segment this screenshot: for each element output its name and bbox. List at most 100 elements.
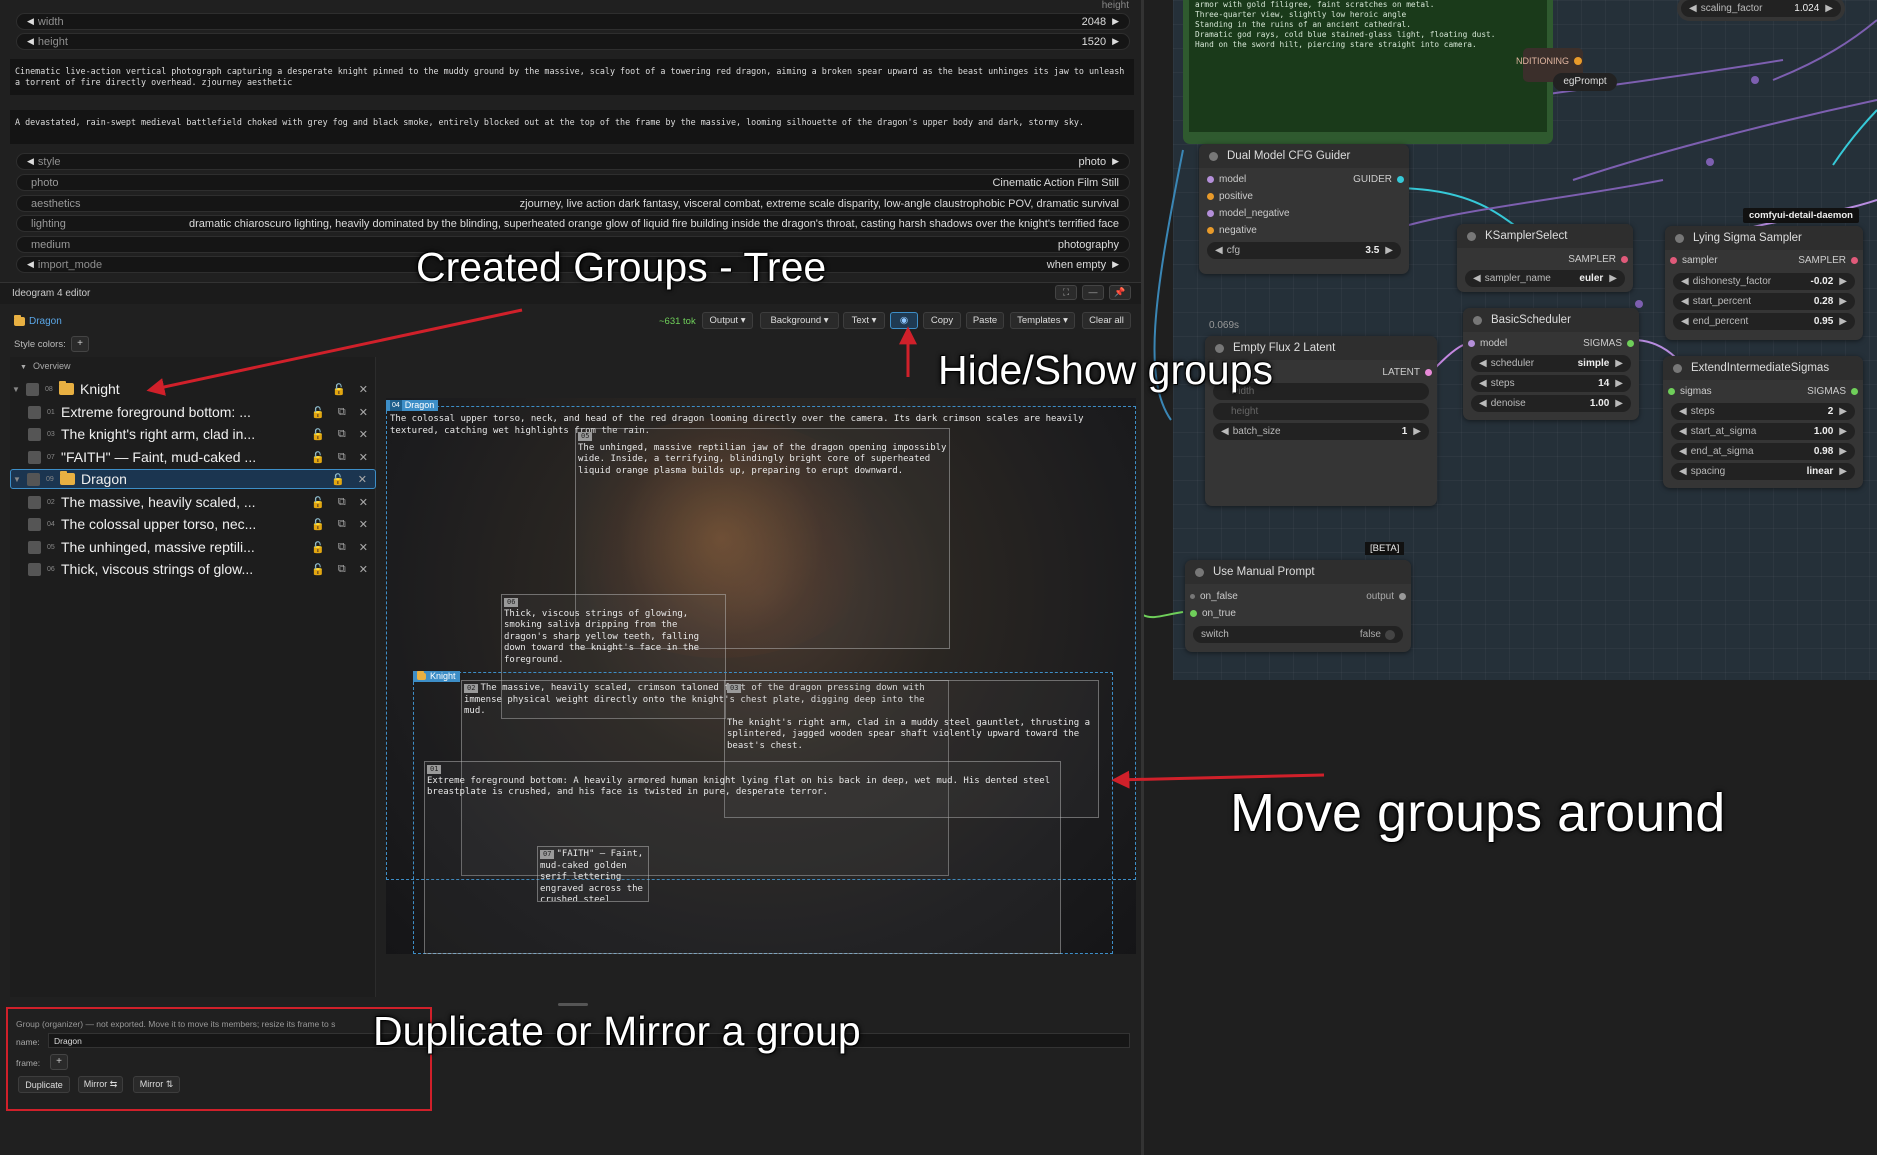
decrement-icon[interactable]: ◀ [27,259,34,270]
close-icon[interactable]: ✕ [359,383,368,396]
lock-icon[interactable]: 🔓 [311,518,325,531]
checkbox[interactable] [28,427,41,441]
negprompt-field[interactable]: egPrompt [1553,73,1617,91]
tree-item[interactable]: 07 "FAITH" — Faint, mud-caked ... 🔓 ⧉ ✕ [10,447,376,467]
resize-handle[interactable] [558,1003,588,1006]
output-guider[interactable]: GUIDER [1353,174,1409,185]
end-percent-widget[interactable]: ◀ end_percent 0.95 ▶ [1673,313,1855,330]
input-on-false[interactable]: on_false [1185,591,1238,602]
increment-icon[interactable]: ▶ [1112,36,1119,47]
output-port[interactable] [1574,57,1582,65]
input-sampler[interactable]: sampler [1665,255,1718,266]
output-sampler[interactable]: SAMPLER [1568,254,1633,265]
lock-icon[interactable]: 🔓 [311,428,325,441]
eye-icon[interactable]: ◉ [890,312,918,329]
pin-icon[interactable]: 📌 [1109,285,1131,300]
checkbox[interactable] [28,540,41,554]
minimize-icon[interactable]: — [1082,285,1104,300]
close-icon[interactable]: ✕ [359,496,368,509]
tree-group-dragon[interactable]: ▼ 09 Dragon 🔓 ✕ [10,469,376,489]
increment-icon[interactable]: ▶ [1839,466,1847,477]
tree-item[interactable]: 05 The unhinged, massive reptili... 🔓 ⧉ ✕ [10,537,376,557]
input-sigmas[interactable]: sigmas [1663,386,1712,397]
output-sampler[interactable]: SAMPLER [1798,255,1863,266]
increment-icon[interactable]: ▶ [1112,156,1119,167]
close-icon[interactable]: ✕ [358,473,367,486]
decrement-icon[interactable]: ◀ [1473,273,1481,284]
decrement-icon[interactable]: ◀ [27,36,34,47]
close-icon[interactable]: ✕ [359,451,368,464]
increment-icon[interactable]: ▶ [1112,16,1119,27]
note-text[interactable]: armor with gold filigree, faint scratche… [1189,0,1547,132]
height-widget[interactable]: ◀ height 1520 ▶ [16,33,1130,50]
panel-divider[interactable] [1141,0,1144,1155]
output-dropdown[interactable]: Output ▾ [702,312,753,329]
output-sigmas[interactable]: SIGMAS [1807,386,1863,397]
decrement-icon[interactable]: ◀ [1681,316,1689,327]
decrement-icon[interactable]: ◀ [1215,245,1223,256]
duplicate-icon[interactable]: ⧉ [338,563,346,576]
increment-icon[interactable]: ▶ [1839,316,1847,327]
add-style-color-button[interactable]: + [71,336,89,352]
output-latent[interactable]: LATENT [1382,367,1437,378]
decrement-icon[interactable]: ◀ [1681,276,1689,287]
increment-icon[interactable]: ▶ [1385,245,1393,256]
checkbox[interactable] [26,382,39,396]
note-node[interactable]: armor with gold filigree, faint scratche… [1183,0,1553,144]
overview-label[interactable]: ▼ Overview [20,361,70,371]
scaling-factor-widget[interactable]: ◀ scaling_factor 1.024 ▶ [1681,0,1841,17]
checkbox[interactable] [28,562,41,576]
increment-icon[interactable]: ▶ [1615,378,1623,389]
close-icon[interactable]: ✕ [359,518,368,531]
duplicate-icon[interactable]: ⧉ [338,496,346,509]
tree-item[interactable]: 06 Thick, viscous strings of glow... 🔓 ⧉ ✕ [10,559,376,579]
caret-down-icon[interactable]: ▼ [11,475,23,484]
input-on-true[interactable]: on_true [1185,608,1236,619]
input-model[interactable]: model [1463,338,1507,349]
steps-widget[interactable]: ◀ steps 2 ▶ [1671,403,1855,420]
input-model-negative[interactable]: model_negative [1202,208,1290,219]
tree-group-knight[interactable]: ▼ 08 Knight 🔓 ✕ [10,379,376,399]
text-dropdown[interactable]: Text ▾ [843,312,885,329]
duplicate-icon[interactable]: ⧉ [338,428,346,441]
decrement-icon[interactable]: ◀ [27,156,34,167]
output-sigmas[interactable]: SIGMAS [1583,338,1639,349]
decrement-icon[interactable]: ◀ [1679,466,1687,477]
tree-item[interactable]: 02 The massive, heavily scaled, ... 🔓 ⧉ ✕ [10,492,376,512]
input-positive[interactable]: positive [1202,191,1253,202]
duplicate-icon[interactable]: ⧉ [338,541,346,554]
caret-down-icon[interactable]: ▼ [10,385,22,394]
tree-item[interactable]: 01 Extreme foreground bottom: ... 🔓 ⧉ ✕ [10,402,376,422]
checkbox[interactable] [28,450,41,464]
increment-icon[interactable]: ▶ [1413,426,1421,437]
width-widget[interactable]: ◀ width 2048 ▶ [16,13,1130,30]
decrement-icon[interactable]: ◀ [1679,406,1687,417]
increment-icon[interactable]: ▶ [1825,3,1833,14]
batch-size-widget[interactable]: ◀ batch_size 1 ▶ [1213,423,1429,440]
region-01[interactable]: 01 Extreme foreground bottom: A heavily a… [424,761,1061,954]
tree-item[interactable]: 03 The knight's right arm, clad in... 🔓 ⧉ ✕ [10,424,376,444]
close-icon[interactable]: ✕ [359,406,368,419]
increment-icon[interactable]: ▶ [1609,273,1617,284]
background-dropdown[interactable]: Background ▾ [760,312,839,329]
lock-icon[interactable]: 🔓 [331,473,345,486]
group-tag-knight[interactable]: Knight [413,671,460,682]
copy-button[interactable]: Copy [923,312,961,329]
increment-icon[interactable]: ▶ [1615,398,1623,409]
breadcrumb[interactable]: Dragon [14,315,62,327]
region-07[interactable]: 07 "FAITH" — Faint, mud-caked golden seri… [537,846,649,902]
decrement-icon[interactable]: ◀ [1479,398,1487,409]
increment-icon[interactable]: ▶ [1839,406,1847,417]
decrement-icon[interactable]: ◀ [1681,296,1689,307]
close-icon[interactable]: ✕ [359,541,368,554]
decrement-icon[interactable]: ◀ [1679,426,1687,437]
ksampler-select-node[interactable]: KSamplerSelect SAMPLER ◀ sampler_name eule… [1457,224,1633,292]
increment-icon[interactable]: ▶ [1839,426,1847,437]
close-icon[interactable]: ✕ [359,428,368,441]
input-negative[interactable]: negative [1202,225,1257,236]
checkbox[interactable] [28,517,41,531]
steps-widget[interactable]: ◀ steps 14 ▶ [1471,375,1631,392]
checkbox[interactable] [27,472,40,486]
basic-scheduler-node[interactable]: BasicScheduler model SIGMAS ◀ scheduler si… [1463,308,1639,420]
layout-canvas[interactable]: 04 Dragon The colossal upper torso, neck,… [386,398,1136,954]
